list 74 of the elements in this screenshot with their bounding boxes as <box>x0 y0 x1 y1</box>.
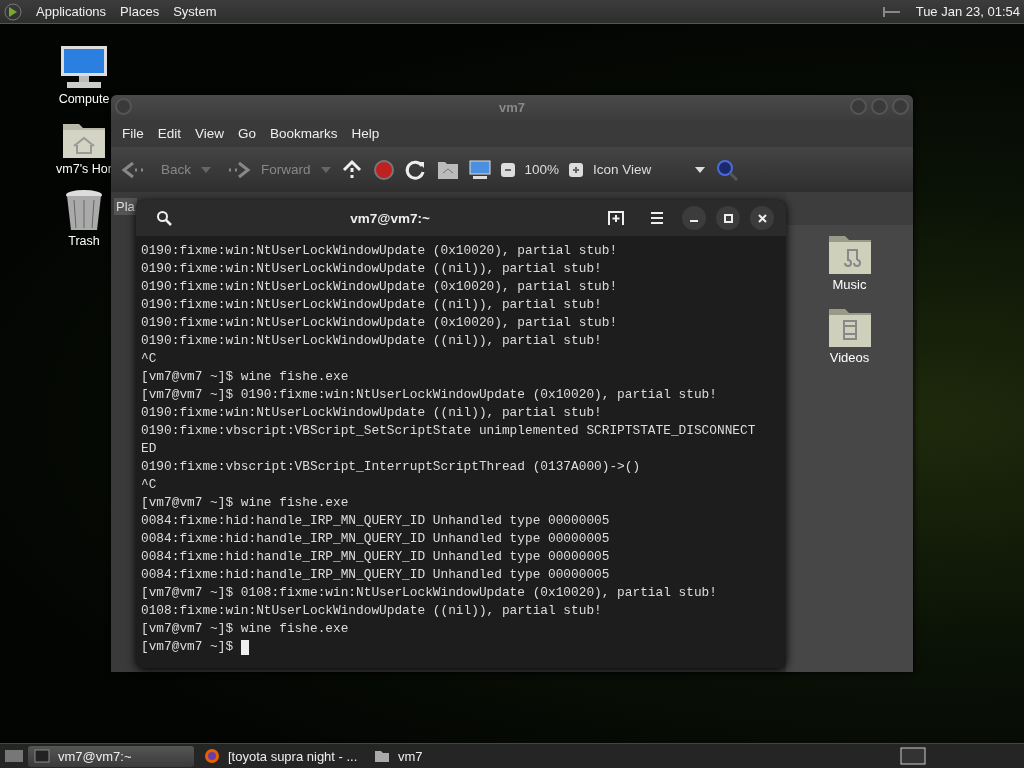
terminal-line: 0084:fixme:hid:handle_IRP_MN_QUERY_ID Unhandled type 00000005 <box>141 566 610 584</box>
terminal-line: 0190:fixme:win:NtUserLockWindowUpdate (0x10020), partial stub! <box>141 278 618 296</box>
panel-menu[interactable]: Places <box>120 4 160 19</box>
terminal-line: [vm7@vm7 ~]$ <box>141 638 235 656</box>
music-folder-icon <box>827 233 872 275</box>
monitor-icon <box>59 44 109 90</box>
terminal-line: 0190:fixme:win:NtUserLockWindowUpdate ((nil)), partial stub! <box>141 260 602 278</box>
terminal-line: 0190:fixme:win:NtUserLockWindowUpdate (0x10020), partial stub! <box>141 242 618 260</box>
browser-icon <box>204 748 220 764</box>
logo-icon <box>4 2 22 21</box>
minimize-button[interactable] <box>682 206 706 230</box>
show-desktop-icon <box>4 748 24 764</box>
terminal-line: [vm7@vm7 ~]$ 0190:fixme:win:NtUserLockWindowUpdate (0x10020), partial stub! <box>141 386 717 404</box>
close-button[interactable] <box>750 206 774 230</box>
menu-item[interactable]: Bookmarks <box>263 126 345 141</box>
terminal-line: 0190:fixme:vbscript:VBScript_InterruptScriptThread (0137A000)->() <box>141 458 641 476</box>
desktop-icon-label[interactable]: vm7's Hor <box>56 162 112 176</box>
terminal-line: 0084:fixme:hid:handle_IRP_MN_QUERY_ID Unhandled type 00000005 <box>141 548 610 566</box>
computer-icon <box>468 159 491 180</box>
terminal-line: 0190:fixme:win:NtUserLockWindowUpdate ((nil)), partial stub! <box>141 296 602 314</box>
desktop-icon-label[interactable]: Trash <box>68 234 100 248</box>
menu-item[interactable]: View <box>188 126 232 141</box>
terminal-line: [vm7@vm7 ~]$ wine fishe.exe <box>141 494 349 512</box>
menu-item[interactable]: File <box>115 126 151 141</box>
trash-icon <box>64 188 104 232</box>
menu-item[interactable]: Help <box>344 126 387 141</box>
terminal-line: 0190:fixme:vbscript:VBScript_SetScriptState unimplemented SCRIPTSTATE_DISCONNECT <box>141 422 756 440</box>
close-icon <box>757 213 767 223</box>
terminal-line: 0084:fixme:hid:handle_IRP_MN_QUERY_ID Unhandled type 00000005 <box>141 512 610 530</box>
terminal-line: ^C <box>141 350 157 368</box>
terminal-line: 0190:fixme:win:NtUserLockWindowUpdate ((nil)), partial stub! <box>141 404 602 422</box>
caret-icon <box>695 166 706 173</box>
terminal-line: [vm7@vm7 ~]$ wine fishe.exe <box>141 368 349 386</box>
menu-item[interactable]: Go <box>231 126 264 141</box>
search-icon <box>156 210 172 226</box>
menu-icon <box>650 212 664 224</box>
maximize-button[interactable] <box>716 206 740 230</box>
zoom-in-icon <box>569 162 584 177</box>
terminal-line: ^C <box>141 476 157 494</box>
folder-label[interactable]: Videos <box>829 350 870 365</box>
maximize-icon <box>723 213 733 223</box>
desktop-icon-label[interactable]: Compute <box>58 92 110 106</box>
terminal-title: vm7@vm7:~ <box>349 210 431 226</box>
terminal-line: 0190:fixme:win:NtUserLockWindowUpdate ((nil)), partial stub! <box>141 332 602 350</box>
taskbar-button[interactable]: [toyota supra night - ... <box>198 745 364 767</box>
folder-label[interactable]: Music <box>832 277 867 292</box>
terminal-line: ED <box>141 440 157 458</box>
new-tab-icon <box>608 211 624 225</box>
terminal-icon <box>34 748 50 764</box>
view-dropdown[interactable]: Icon View <box>593 162 706 177</box>
terminal-line: 0190:fixme:win:NtUserLockWindowUpdate (0x10020), partial stub! <box>141 314 618 332</box>
zoom-level: 100% <box>524 162 560 177</box>
up-arrow-icon <box>340 158 363 181</box>
menu-item[interactable]: Edit <box>150 126 189 141</box>
clock[interactable]: Tue Jan 23, 01:54 <box>915 4 1020 19</box>
panel-menu[interactable]: Applications <box>36 4 107 19</box>
taskbar-button[interactable]: vm7@vm7:~ <box>28 745 194 767</box>
taskbar-button[interactable]: vm7 <box>368 745 534 767</box>
terminal-line: 0084:fixme:hid:handle_IRP_MN_QUERY_ID Unhandled type 00000005 <box>141 530 610 548</box>
workspace-switcher-icon <box>900 747 926 765</box>
text-cursor <box>240 640 249 655</box>
reload-icon <box>404 158 427 181</box>
window-title: vm7 <box>499 100 525 115</box>
caret-icon <box>201 166 211 173</box>
panel-menu[interactable]: System <box>173 4 217 19</box>
terminal-line: [vm7@vm7 ~]$ 0108:fixme:win:NtUserLockWindowUpdate (0x10020), partial stub! <box>141 584 717 602</box>
video-folder-icon <box>827 306 872 348</box>
zoom-out-icon <box>500 162 515 177</box>
stop-icon <box>372 158 395 181</box>
terminal-line: [vm7@vm7 ~]$ wine fishe.exe <box>141 620 349 638</box>
terminal-line: 0108:fixme:win:NtUserLockWindowUpdate ((nil)), partial stub! <box>141 602 602 620</box>
search-icon <box>715 157 740 182</box>
caret-icon <box>320 166 331 173</box>
sidebar-tab[interactable]: Pla <box>114 198 137 215</box>
